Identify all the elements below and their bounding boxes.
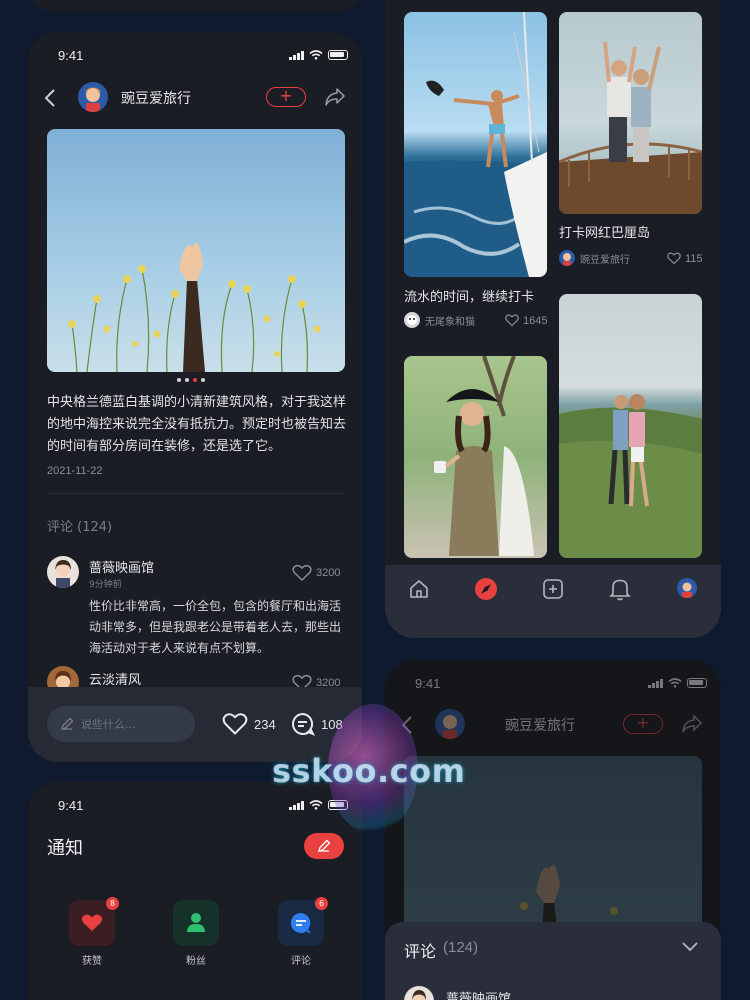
commenter-name[interactable]: 蔷薇映画馆 [446,988,511,1000]
carousel-dots [177,378,205,382]
pencil-icon [318,839,331,852]
feed-card-like-2[interactable]: 115 [667,252,703,265]
comment-text: 性价比非常高，一价全包，包含的餐厅和出海活动非常多，但是我跟老公是带着老人去，那… [89,599,342,655]
chat-icon [290,912,311,933]
badge: 6 [315,897,328,910]
bottom-action-bar: 说些什么... 234 108 [28,687,362,762]
discover-icon[interactable] [474,577,498,601]
feed-card-author-2[interactable]: 豌豆爱旅行 [559,250,630,266]
input-placeholder: 说些什么... [81,718,136,731]
author-mini-avatar [404,312,420,328]
signal-icon [289,800,304,810]
author-avatar[interactable] [78,82,108,112]
comment-input[interactable]: 说些什么... [47,706,195,742]
category-likes[interactable]: 8 获赞 [68,897,119,967]
pencil-icon [61,717,74,730]
battery-icon [328,800,348,810]
follow-button: + [623,714,663,734]
status-time: 9:41 [58,798,84,813]
comment-sheet: 评论 (124) 蔷薇映画馆 [385,922,721,1000]
share-icon[interactable] [324,87,346,107]
feed-card-photo-2[interactable] [559,12,702,214]
comment-bubble-icon[interactable] [291,712,315,736]
feed-card-title-1[interactable]: 流水的时间，继续打卡 [404,286,534,305]
divider [47,493,345,494]
category-label: 获赞 [82,956,102,967]
user-icon [187,913,205,932]
status-time: 9:41 [58,48,84,63]
sheet-count: (124) [443,939,479,956]
feed-card-photo-3[interactable] [404,356,547,558]
sheet-title: 评论 [404,942,437,961]
share-icon [682,714,703,733]
add-icon[interactable] [542,578,564,600]
feed-card-like-1[interactable]: 1645 [505,314,547,327]
back-icon [401,716,412,734]
chevron-down-icon[interactable] [682,942,698,952]
commenter-name-2[interactable]: 云淡清风 [89,669,141,688]
category-label: 粉丝 [186,956,206,967]
signal-icon [289,50,304,60]
author-name: 豌豆爱旅行 [505,718,575,734]
feed-card-photo-1[interactable] [404,12,547,277]
page-title: 通知 [47,838,83,859]
author-avatar [435,709,465,739]
feed-card-photo-4[interactable] [559,294,702,558]
comment-time: 9分钟前 [89,580,122,590]
wifi-icon [309,50,323,60]
comments-header: 评论 (124) [47,520,113,535]
post-text: 中央格兰德蓝白基调的小清新建筑风格，对于我这样的地中海控来说完全没有抵抗力。预定… [47,395,347,454]
like-count: 234 [254,717,276,732]
profile-icon[interactable] [677,578,697,598]
feed-card-title-2[interactable]: 打卡网红巴厘岛 [559,222,650,241]
battery-icon [328,50,348,60]
author-name[interactable]: 豌豆爱旅行 [121,88,191,108]
wifi-icon [309,800,323,810]
comment-like[interactable]: 3200 [292,564,340,582]
category-fans[interactable]: 粉丝 [172,900,220,967]
signal-icon [648,678,663,688]
heart-outline-icon[interactable] [222,712,248,736]
home-icon[interactable] [408,578,430,600]
compose-button[interactable] [304,833,344,859]
battery-icon [687,678,707,688]
post-detail-screen: 9:41 豌豆爱旅行 + 中央格兰德蓝白基调的小清新建筑风格，对于我这样的地中海… [28,32,362,762]
heart-icon [81,914,103,931]
status-bar: 9:41 [385,674,721,694]
tab-bar [385,565,721,638]
follow-button[interactable]: + [266,87,306,107]
category-comments[interactable]: 6 评论 [277,897,328,967]
badge: 8 [106,897,119,910]
notifications-screen: 9:41 通知 8 获赞 粉丝 6 评论 [28,782,362,1000]
discover-feed-screen: 流水的时间，继续打卡 无尾象和猫 1645 打卡网红巴厘岛 豌豆爱旅行 115 [385,0,721,638]
post-date: 2021-11-22 [47,465,103,477]
comment-count: 108 [321,717,343,732]
feed-card-author-1[interactable]: 无尾象和猫 [404,312,475,328]
commenter-avatar[interactable] [47,556,79,588]
category-label: 评论 [291,956,311,967]
comment-like-count: 3200 [316,567,341,579]
back-icon[interactable] [44,88,56,108]
status-bar: 9:41 [28,46,362,66]
heart-outline-icon [292,564,312,582]
post-photo[interactable] [47,129,345,372]
comment-sheet-screen: 9:41 豌豆爱旅行 + 评论 (124) 蔷薇映画馆 [385,660,721,1000]
phone-stub-top-left [28,0,362,12]
author-mini-avatar [559,250,575,266]
wifi-icon [668,678,682,688]
heart-outline-icon [667,252,681,265]
bell-icon[interactable] [609,577,631,601]
commenter-name[interactable]: 蔷薇映画馆 [89,557,154,576]
status-bar: 9:41 [28,796,362,816]
heart-outline-icon [505,314,519,327]
status-time: 9:41 [415,676,441,691]
commenter-avatar[interactable] [404,986,434,1000]
